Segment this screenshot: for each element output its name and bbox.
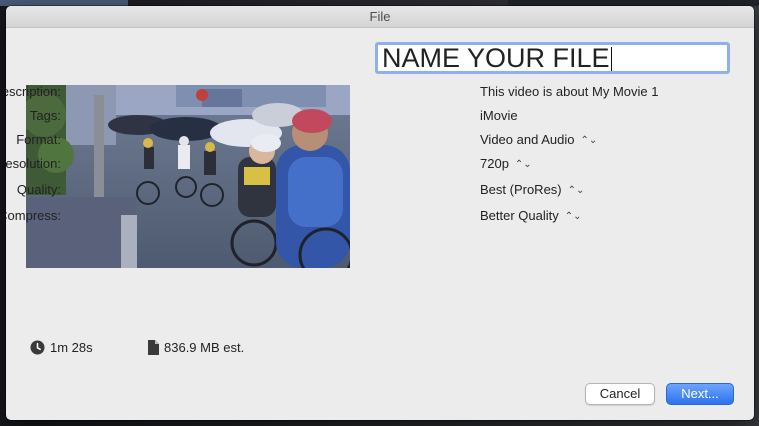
file-name-value: NAME YOUR FILE — [382, 43, 610, 73]
file-size-value: 836.9 MB est. — [164, 340, 245, 355]
quality-popup[interactable]: Best (ProRes) ⌃⌄ — [480, 180, 584, 201]
up-down-chevron-icon: ⌃⌄ — [567, 185, 585, 196]
description-field[interactable]: This video is about My Movie 1 — [480, 82, 658, 102]
up-down-chevron-icon: ⌃⌄ — [514, 159, 532, 170]
dialog-title: File — [6, 6, 754, 28]
text-caret — [610, 47, 612, 71]
video-preview-thumbnail — [26, 85, 350, 268]
compress-label: Compress: — [6, 208, 61, 223]
share-file-dialog: File NAME YOUR FILE scription: This vide… — [6, 6, 754, 420]
compress-popup[interactable]: Better Quality ⌃⌄ — [480, 206, 582, 227]
file-name-input[interactable]: NAME YOUR FILE — [375, 42, 730, 74]
resolution-value: 720p — [480, 156, 509, 171]
tags-field[interactable]: iMovie — [480, 106, 518, 126]
format-value: Video and Audio — [480, 132, 575, 147]
quality-label: Quality: — [16, 182, 61, 197]
resolution-label: Resolution: — [6, 156, 61, 171]
compress-value: Better Quality — [480, 208, 559, 223]
cyclists-scene-image — [26, 85, 350, 268]
format-label: Format: — [16, 132, 61, 147]
duration-stat: 1m 28s — [30, 340, 93, 359]
file-size-stat: 836.9 MB est. — [148, 340, 244, 359]
format-popup[interactable]: Video and Audio ⌃⌄ — [480, 130, 597, 151]
resolution-popup[interactable]: 720p ⌃⌄ — [480, 154, 532, 175]
duration-value: 1m 28s — [50, 340, 93, 355]
cancel-button[interactable]: Cancel — [585, 383, 655, 405]
quality-value: Best (ProRes) — [480, 182, 562, 197]
up-down-chevron-icon: ⌃⌄ — [580, 135, 598, 146]
description-label: Description: — [6, 84, 61, 99]
up-down-chevron-icon: ⌃⌄ — [564, 211, 582, 222]
clock-icon — [30, 340, 45, 359]
document-icon — [148, 340, 159, 359]
tags-label: Tags: — [29, 108, 61, 123]
next-button[interactable]: Next... — [666, 383, 734, 405]
